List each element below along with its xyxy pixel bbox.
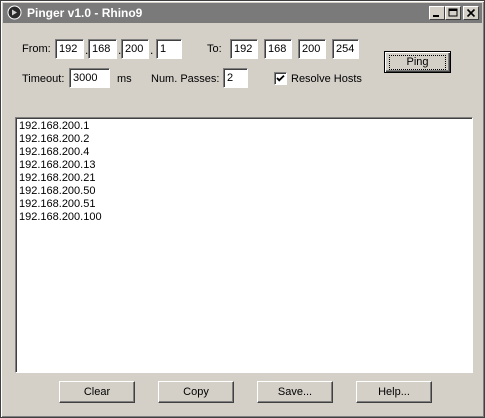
save-button[interactable]: Save... (257, 381, 333, 403)
num-passes-label: Num. Passes: (151, 73, 220, 85)
to-octet-1-field[interactable] (230, 39, 258, 59)
clear-button[interactable]: Clear (59, 381, 135, 403)
result-item: 192.168.200.50 (19, 185, 96, 197)
result-item: 192.168.200.1 (19, 120, 90, 132)
result-item: 192.168.200.13 (19, 159, 96, 171)
close-button[interactable] (463, 6, 479, 20)
from-octet-4-field[interactable] (156, 39, 182, 59)
app-icon (7, 5, 22, 20)
num-passes-field[interactable] (223, 68, 248, 88)
to-label: To: (207, 43, 222, 55)
to-octet-2-field[interactable] (264, 39, 292, 59)
from-separator-3: . (150, 43, 154, 57)
minimize-button[interactable] (429, 6, 445, 20)
copy-button[interactable]: Copy (158, 381, 234, 403)
window-title: Pinger v1.0 - Rhino9 (27, 6, 143, 20)
ping-button[interactable]: Ping (384, 51, 451, 73)
results-list[interactable]: 192.168.200.1 192.168.200.2 192.168.200.… (15, 117, 473, 373)
resolve-hosts-label[interactable]: Resolve Hosts (291, 73, 362, 85)
minimize-icon (433, 15, 439, 17)
from-octet-3-field[interactable] (121, 39, 149, 59)
timeout-label: Timeout: (22, 73, 65, 85)
from-label: From: (22, 43, 51, 55)
timeout-unit: ms (117, 73, 132, 85)
from-octet-2-field[interactable] (88, 39, 117, 59)
timeout-field[interactable] (69, 68, 110, 88)
from-octet-1-field[interactable] (55, 39, 84, 59)
maximize-button[interactable] (445, 6, 461, 20)
to-octet-3-field[interactable] (298, 39, 326, 59)
result-item: 192.168.200.51 (19, 198, 96, 210)
result-item: 192.168.200.100 (19, 211, 102, 223)
maximize-icon (448, 8, 458, 17)
result-item: 192.168.200.4 (19, 146, 90, 158)
pinger-window: Pinger v1.0 - Rhino9 From: . . . To: Pin… (0, 0, 485, 418)
help-button[interactable]: Help... (356, 381, 432, 403)
resolve-hosts-checkbox[interactable] (274, 72, 287, 85)
to-octet-4-field[interactable] (332, 39, 359, 59)
ping-button-label: Ping (389, 54, 446, 70)
close-icon (466, 8, 476, 18)
result-item: 192.168.200.21 (19, 172, 96, 184)
result-item: 192.168.200.2 (19, 133, 90, 145)
checkmark-icon (276, 74, 285, 82)
title-bar[interactable]: Pinger v1.0 - Rhino9 (3, 3, 482, 23)
